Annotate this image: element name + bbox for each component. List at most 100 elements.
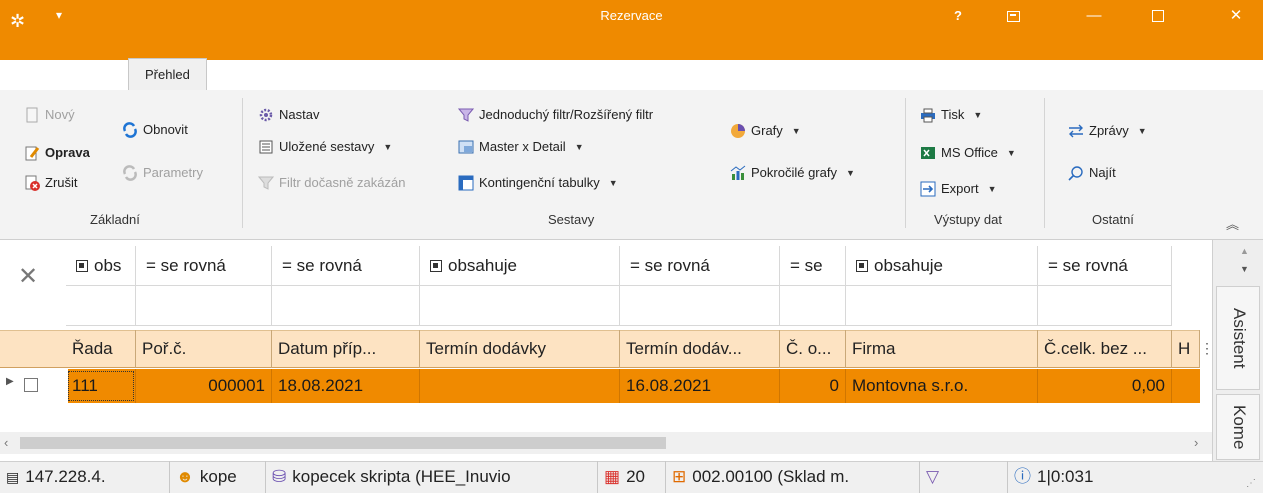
resize-grip-icon[interactable]: ⋰: [1246, 478, 1256, 489]
clear-filter-icon[interactable]: ✕: [18, 262, 38, 291]
column-header-termin[interactable]: Termín dodávky: [420, 330, 620, 368]
cell-datum[interactable]: 18.08.2021: [272, 369, 420, 403]
filter-operator: obsahuje: [448, 256, 518, 275]
help-button[interactable]: ?: [940, 0, 976, 32]
tab-akce[interactable]: Akce: [233, 60, 286, 88]
close-button[interactable]: ✕: [1213, 0, 1259, 32]
status-record-count: ⓘ 1|0:031: [1008, 461, 1168, 493]
filter-status-icon: ▽: [926, 467, 940, 486]
status-user: ☻ kope: [170, 461, 266, 493]
zpravy-button[interactable]: Zprávy ▼: [1068, 120, 1147, 142]
filter-value-8[interactable]: [1038, 286, 1172, 326]
kontingencni-tabulky-button[interactable]: Kontingenční tabulky ▼: [458, 172, 618, 194]
scroll-right-icon[interactable]: ›: [1194, 435, 1198, 450]
status-database: ⛁ kopecek skripta (HEE_Inuvio: [266, 461, 598, 493]
filter-cell-6[interactable]: = se: [780, 246, 846, 286]
scroll-thumb[interactable]: [20, 437, 666, 449]
ms-office-label: MS Office: [941, 145, 998, 160]
filter-operator: se rovná: [1062, 256, 1128, 275]
tab-helios[interactable]: HELIOS: [50, 60, 122, 88]
cell-termin[interactable]: [420, 369, 620, 403]
cell-celk[interactable]: 0,00: [1038, 369, 1172, 403]
panel-scroll-down-icon[interactable]: ▼: [1240, 264, 1249, 274]
export-button[interactable]: Export ▼: [920, 178, 997, 200]
parametry-button[interactable]: Parametry: [122, 162, 203, 184]
hotline-label: HOTLINE ASISTENT: [1123, 66, 1251, 81]
user-icon: ☻: [176, 467, 194, 486]
novy-button[interactable]: Nový: [24, 104, 75, 126]
hotline-asistent-button[interactable]: ⊛ HOTLINE ASISTENT: [1108, 60, 1251, 88]
status-date: ▦ 20: [598, 461, 666, 493]
column-header-cislo[interactable]: Č. o...: [780, 330, 846, 368]
master-detail-button[interactable]: Master x Detail ▼: [458, 136, 584, 158]
filter-value-4[interactable]: [420, 286, 620, 326]
column-header-firma[interactable]: Firma: [846, 330, 1038, 368]
panel-scroll-up-icon[interactable]: ▲: [1240, 246, 1249, 256]
ulozene-label: Uložené sestavy: [279, 139, 375, 154]
side-tab-kome[interactable]: Kome: [1216, 394, 1260, 460]
najit-button[interactable]: Najít: [1068, 162, 1116, 184]
oprava-button[interactable]: Oprava: [24, 142, 90, 164]
filter-value-1[interactable]: [66, 286, 136, 326]
column-header-termin-2[interactable]: Termín dodáv...: [620, 330, 780, 368]
filtr-docasne-zakazan-button[interactable]: Filtr dočasně zakázán: [257, 172, 405, 194]
group-label-zakladni: Základní: [90, 212, 140, 227]
maximize-button[interactable]: [1135, 0, 1181, 32]
group-divider: [905, 98, 906, 228]
app-logo-icon: ✲: [10, 11, 26, 31]
pokrocile-grafy-button[interactable]: Pokročilé grafy ▼: [730, 162, 855, 184]
minimize-button[interactable]: —: [1071, 0, 1117, 32]
filter-value-7[interactable]: [846, 286, 1038, 326]
cell-termin-2[interactable]: 16.08.2021: [620, 369, 780, 403]
info-icon: ⓘ: [1014, 467, 1031, 486]
column-header-datum[interactable]: Datum příp...: [272, 330, 420, 368]
obnovit-button[interactable]: Obnovit: [122, 119, 188, 141]
grafy-button[interactable]: Grafy ▼: [730, 120, 801, 142]
quick-access-dropdown-icon[interactable]: ▾: [56, 8, 62, 22]
cell-rada[interactable]: 111: [66, 369, 136, 403]
dropdown-arrow-icon: ▼: [973, 110, 983, 120]
filter-cell-4[interactable]: obsahuje: [420, 246, 620, 286]
pokrocile-label: Pokročilé grafy: [751, 165, 837, 180]
column-header-rada[interactable]: Řada: [66, 330, 136, 368]
ribbon-panel: Nový Oprava Zrušit Obnovit Parametry Zák…: [0, 90, 1263, 240]
database-icon: ⛁: [272, 467, 287, 486]
filter-value-3[interactable]: [272, 286, 420, 326]
filter-cell-8[interactable]: = se rovná: [1038, 246, 1172, 286]
filter-value-6[interactable]: [780, 286, 846, 326]
filter-value-5[interactable]: [620, 286, 780, 326]
cell-firma[interactable]: Montovna s.r.o.: [846, 369, 1038, 403]
side-tab-asistent[interactable]: Asistent: [1216, 286, 1260, 390]
tab-system[interactable]: Systém: [296, 60, 363, 88]
parametry-label: Parametry: [143, 165, 203, 180]
filter-cell-2[interactable]: = se rovná: [136, 246, 272, 286]
cell-cislo[interactable]: 0: [780, 369, 846, 403]
record-count: 1|0:031: [1037, 467, 1094, 486]
tab-prehled[interactable]: Přehled: [128, 58, 207, 90]
advanced-chart-icon: [730, 165, 746, 181]
nastav-button[interactable]: Nastav: [258, 104, 319, 126]
filter-cell-1[interactable]: obs: [66, 246, 136, 286]
jednoduchy-filtr-button[interactable]: Jednoduchý filtr/Rozšířený filtr: [457, 104, 653, 126]
tisk-label: Tisk: [941, 107, 965, 122]
ms-office-button[interactable]: MS Office ▼: [920, 142, 1016, 164]
column-header-celk[interactable]: Č.celk. bez ...: [1038, 330, 1172, 368]
ulozene-sestavy-button[interactable]: Uložené sestavy ▼: [258, 136, 392, 158]
filter-value-2[interactable]: [136, 286, 272, 326]
scroll-left-icon[interactable]: ‹: [4, 435, 8, 450]
dropdown-arrow-icon: ▼: [845, 168, 855, 178]
dropdown-arrow-icon: ▼: [608, 178, 618, 188]
status-filter[interactable]: ▽: [920, 461, 1008, 493]
filter-cell-3[interactable]: = se rovná: [272, 246, 420, 286]
filter-cell-5[interactable]: = se rovná: [620, 246, 780, 286]
column-header-h[interactable]: H: [1172, 330, 1200, 368]
cell-porc[interactable]: 000001: [136, 369, 272, 403]
pin-window-button[interactable]: [995, 0, 1031, 32]
tisk-button[interactable]: Tisk ▼: [920, 104, 982, 126]
zrusit-button[interactable]: Zrušit: [24, 172, 78, 194]
column-header-porc[interactable]: Poř.č.: [136, 330, 272, 368]
filter-cell-7[interactable]: obsahuje: [846, 246, 1038, 286]
row-checkbox[interactable]: [24, 378, 38, 392]
collapse-ribbon-button[interactable]: ︽: [1226, 214, 1239, 236]
filter-operator: se rovná: [296, 256, 362, 275]
